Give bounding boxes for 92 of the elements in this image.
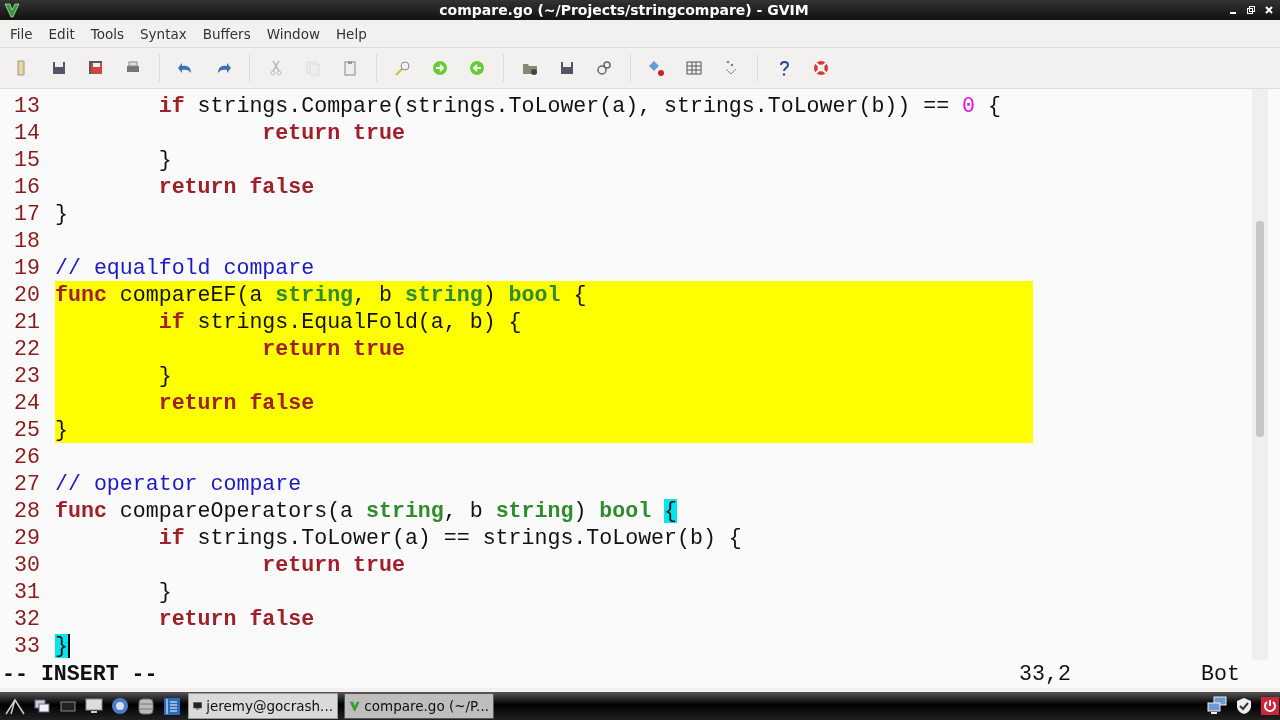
- maximize-button[interactable]: [1246, 5, 1256, 15]
- menu-item[interactable]: Edit: [40, 25, 83, 42]
- diamond-icon[interactable]: [648, 59, 666, 77]
- code-token: return false: [157, 174, 315, 199]
- code-token: return true: [261, 552, 405, 577]
- matching-brace: {: [664, 498, 678, 523]
- close-button[interactable]: [1264, 5, 1274, 15]
- line-number: 32: [13, 606, 41, 631]
- table-icon[interactable]: [685, 59, 703, 77]
- line-number: 16: [13, 174, 41, 199]
- line-number: 18: [13, 228, 41, 253]
- line-number: 19: [13, 255, 41, 280]
- window-title: compare.go (~/Projects/stringcompare) - GVIM: [438, 2, 810, 18]
- code-token: strings.EqualFold(a, b) {: [196, 309, 522, 334]
- line-number: 21: [13, 309, 41, 334]
- code-token: // equalfold compare: [55, 255, 315, 280]
- code-token: return true: [261, 336, 405, 361]
- code-token: }: [55, 201, 68, 226]
- line-number: 23: [13, 363, 41, 388]
- cursor-position: 33,2: [1019, 662, 1072, 686]
- browser-icon[interactable]: [110, 696, 130, 716]
- line-number: 20: [13, 282, 41, 307]
- network-icon[interactable]: [1206, 696, 1228, 716]
- database-icon[interactable]: [136, 696, 156, 716]
- code-token: return true: [261, 120, 405, 145]
- code-token: string: [404, 282, 483, 307]
- line-number: 15: [13, 147, 41, 172]
- code-token: ): [482, 282, 497, 307]
- code-token: func: [55, 498, 107, 523]
- code-token: {: [572, 282, 587, 307]
- shield-icon[interactable]: [1234, 696, 1254, 716]
- scrollbar-thumb[interactable]: [1256, 221, 1264, 437]
- mode-indicator: -- INSERT --: [1, 662, 159, 686]
- code-token: bool: [508, 282, 561, 307]
- code-token: strings.ToLower(a) == strings.ToLower(b) {: [196, 525, 742, 550]
- code-token: bool: [599, 498, 653, 523]
- code-token: string: [366, 498, 444, 523]
- code-token: if: [157, 525, 185, 550]
- scrollbar[interactable]: [1252, 89, 1268, 660]
- menu-item[interactable]: File: [2, 25, 41, 42]
- monitor-icon[interactable]: [84, 696, 104, 716]
- line-number: 22: [13, 336, 41, 361]
- line-number: 30: [13, 552, 41, 577]
- code-token: compareEF(a: [118, 282, 264, 307]
- menu-item[interactable]: Tools: [82, 25, 132, 42]
- matching-brace: }: [55, 633, 68, 658]
- code-token: }: [157, 147, 172, 172]
- code-token: }: [55, 417, 68, 442]
- code-token: strings.Compare(strings.ToLower(a), strings.ToLower(b)) ==: [196, 93, 951, 118]
- menu-item[interactable]: Syntax: [132, 25, 195, 42]
- code-token: 0: [962, 93, 976, 118]
- line-number: 14: [13, 120, 41, 145]
- line-number: 27: [13, 471, 41, 496]
- line-number: 24: [13, 390, 41, 415]
- line-number: 13: [13, 93, 41, 118]
- code-token: return false: [157, 606, 315, 631]
- vim-logo-icon: [4, 2, 20, 18]
- code-token: if: [157, 93, 185, 118]
- start-menu-icon[interactable]: [4, 696, 26, 716]
- document-icon[interactable]: [162, 696, 182, 716]
- scroll-position: Bot: [1201, 662, 1240, 686]
- code-token: string: [275, 282, 354, 307]
- code-token: func: [55, 282, 107, 307]
- lifebuoy-icon[interactable]: [812, 59, 830, 77]
- code-token: }: [157, 579, 172, 604]
- save-icon[interactable]: [50, 59, 68, 77]
- windows-icon[interactable]: [32, 696, 52, 716]
- line-number: 25: [13, 417, 41, 442]
- save-all-icon[interactable]: [87, 59, 105, 77]
- taskbar-button[interactable]: jeremy@gocrash...: [188, 693, 338, 719]
- code-token: if: [157, 309, 185, 334]
- code-token: // operator compare: [55, 471, 302, 496]
- menu-item[interactable]: Help: [327, 25, 375, 42]
- code-token: , b: [353, 282, 393, 307]
- find-replace-icon[interactable]: [394, 59, 412, 77]
- line-number: 31: [13, 579, 41, 604]
- code-token: , b: [443, 498, 484, 523]
- code-token: return false: [157, 390, 315, 415]
- line-number: 17: [13, 201, 41, 226]
- line-number: 28: [13, 498, 41, 523]
- code-token: compareOperators(a: [118, 498, 355, 523]
- line-number: 33: [13, 633, 41, 658]
- code-token: {: [987, 93, 1001, 118]
- taskbar-button[interactable]: compare.go (~/P...: [344, 693, 494, 719]
- code-token: }: [157, 363, 172, 388]
- menu-item[interactable]: Window: [258, 25, 328, 42]
- menu-item[interactable]: Buffers: [194, 25, 259, 42]
- line-number: 29: [13, 525, 41, 550]
- code-token: ): [573, 498, 588, 523]
- power-icon[interactable]: [1260, 696, 1280, 716]
- line-number: 26: [13, 444, 41, 469]
- code-token: string: [495, 498, 574, 523]
